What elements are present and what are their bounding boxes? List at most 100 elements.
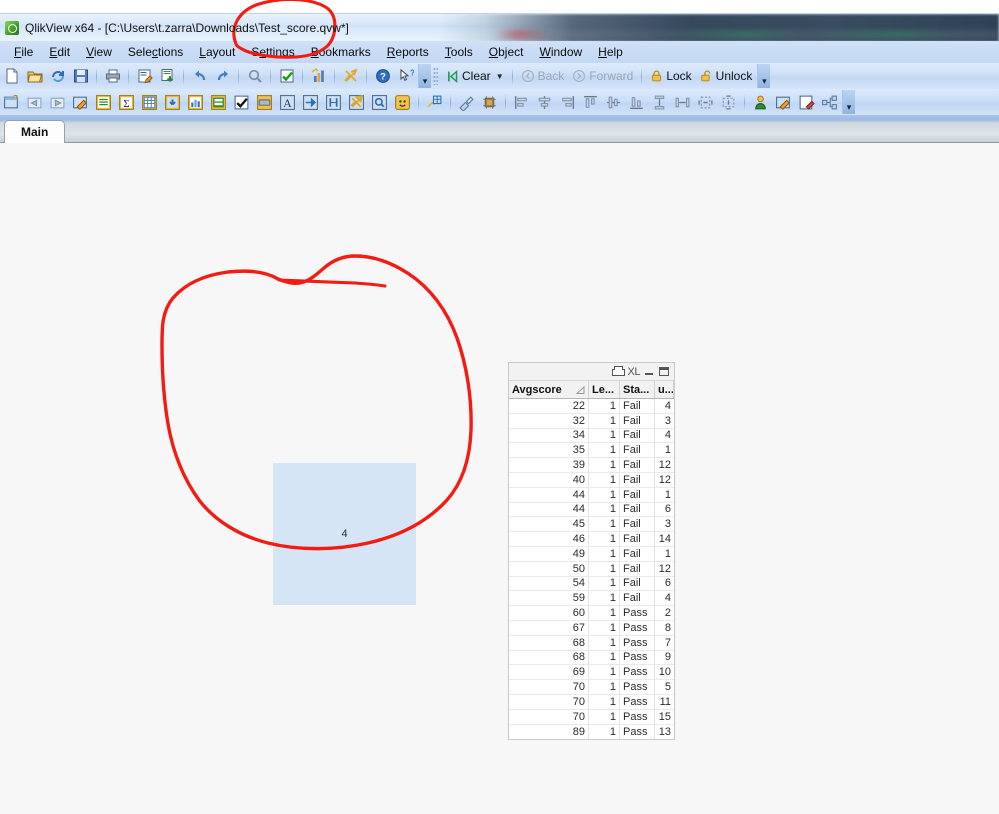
- cell-avgscore[interactable]: 50: [509, 561, 589, 576]
- table-viewer-icon[interactable]: [157, 66, 178, 87]
- lock-button[interactable]: Lock: [646, 69, 695, 83]
- cell-avgscore[interactable]: 32: [509, 413, 589, 428]
- copy-format-icon[interactable]: [456, 92, 477, 113]
- search-icon[interactable]: [244, 66, 265, 87]
- cell-user[interactable]: 13: [655, 725, 674, 740]
- cell-user[interactable]: 12: [655, 473, 674, 487]
- cell-level[interactable]: 1: [589, 606, 620, 620]
- button-icon[interactable]: [254, 92, 275, 113]
- cell-user[interactable]: 6: [655, 577, 674, 591]
- cell-user[interactable]: 2: [655, 606, 674, 620]
- new-sheet-icon[interactable]: [1, 92, 22, 113]
- table-row[interactable]: 54 1 Fail 6: [509, 576, 674, 592]
- cell-user[interactable]: 1: [655, 547, 674, 561]
- table-row[interactable]: 50 1 Fail 12: [509, 561, 674, 577]
- space-horizontally-icon[interactable]: [672, 92, 693, 113]
- cell-status[interactable]: Pass: [620, 724, 655, 740]
- cell-level[interactable]: 1: [589, 546, 620, 561]
- cell-avgscore[interactable]: 60: [509, 606, 589, 620]
- cell-status[interactable]: Fail: [620, 472, 655, 487]
- sort-ascending-icon[interactable]: [576, 385, 585, 394]
- cell-status[interactable]: Fail: [620, 532, 655, 546]
- list-box-icon[interactable]: [93, 92, 114, 113]
- redo-icon[interactable]: [212, 66, 233, 87]
- cell-avgscore[interactable]: 89: [509, 724, 589, 740]
- align-center-horizontal-icon[interactable]: [534, 92, 555, 113]
- cell-level[interactable]: 1: [589, 561, 620, 576]
- undo-icon[interactable]: [189, 66, 210, 87]
- chart-wizard-icon[interactable]: [308, 66, 329, 87]
- menu-item-tools[interactable]: Tools: [437, 43, 481, 61]
- cell-user[interactable]: 6: [655, 503, 674, 517]
- reload-icon[interactable]: [47, 66, 68, 87]
- snap-to-grid-icon[interactable]: [479, 92, 500, 113]
- cell-status[interactable]: Fail: [620, 591, 655, 606]
- text-object-icon[interactable]: A: [277, 92, 298, 113]
- back-button[interactable]: Back: [517, 69, 569, 83]
- line-arrow-object-icon[interactable]: [300, 92, 321, 113]
- table-row[interactable]: 32 1 Fail 3: [509, 413, 674, 429]
- cell-avgscore[interactable]: 68: [509, 635, 589, 650]
- sheet-properties-icon[interactable]: [70, 92, 91, 113]
- align-left-icon[interactable]: [511, 92, 532, 113]
- cell-user[interactable]: 4: [655, 591, 674, 605]
- cell-avgscore[interactable]: 70: [509, 680, 589, 694]
- container-object-icon[interactable]: [392, 92, 413, 113]
- toolbar-overflow-icon-2[interactable]: ▾: [757, 64, 771, 88]
- open-folder-icon[interactable]: [24, 66, 45, 87]
- cell-user[interactable]: 10: [655, 665, 674, 679]
- cell-level[interactable]: 1: [589, 487, 620, 502]
- cell-user[interactable]: 7: [655, 636, 674, 650]
- cell-level[interactable]: 1: [589, 428, 620, 443]
- sheet-tab-main[interactable]: Main: [4, 120, 66, 143]
- table-row[interactable]: 35 1 Fail 1: [509, 443, 674, 459]
- table-row[interactable]: 44 1 Fail 6: [509, 502, 674, 518]
- table-box-icon[interactable]: [139, 92, 160, 113]
- cell-avgscore[interactable]: 67: [509, 620, 589, 635]
- align-top-icon[interactable]: [580, 92, 601, 113]
- sheet-canvas[interactable]: 4 XL Avgscore Le... Sta... u... 22 1 Fai…: [0, 143, 999, 814]
- align-bottom-icon[interactable]: [626, 92, 647, 113]
- cell-level[interactable]: 1: [589, 650, 620, 665]
- table-row[interactable]: 44 1 Fail 1: [509, 487, 674, 503]
- table-row[interactable]: 34 1 Fail 4: [509, 428, 674, 444]
- cell-status[interactable]: Pass: [620, 635, 655, 650]
- cell-status[interactable]: Pass: [620, 694, 655, 709]
- current-selections-icon[interactable]: [276, 66, 297, 87]
- search-object-icon[interactable]: [369, 92, 390, 113]
- cell-avgscore[interactable]: 39: [509, 458, 589, 472]
- cell-status[interactable]: Fail: [620, 399, 655, 413]
- cell-status[interactable]: Pass: [620, 680, 655, 694]
- multi-box-icon[interactable]: [162, 92, 183, 113]
- table-row[interactable]: 40 1 Fail 12: [509, 472, 674, 488]
- cell-user[interactable]: 1: [655, 443, 674, 457]
- menu-item-selections[interactable]: Selections: [120, 43, 191, 61]
- cell-status[interactable]: Pass: [620, 606, 655, 620]
- cell-status[interactable]: Fail: [620, 517, 655, 532]
- column-header-avgscore[interactable]: Avgscore: [509, 381, 589, 398]
- cell-avgscore[interactable]: 59: [509, 591, 589, 606]
- input-box-icon[interactable]: [208, 92, 229, 113]
- bookmark-object-icon[interactable]: [346, 92, 367, 113]
- cell-user[interactable]: 15: [655, 710, 674, 724]
- edit-script-icon[interactable]: [134, 66, 155, 87]
- straight-table-object[interactable]: XL Avgscore Le... Sta... u... 22 1 Fail …: [508, 362, 675, 741]
- cell-status[interactable]: Fail: [620, 443, 655, 458]
- current-selections-box-icon[interactable]: [231, 92, 252, 113]
- chart-icon[interactable]: [185, 92, 206, 113]
- cell-user[interactable]: 12: [655, 458, 674, 472]
- column-header-level[interactable]: Le...: [589, 381, 620, 398]
- cell-avgscore[interactable]: 22: [509, 399, 589, 413]
- cell-status[interactable]: Fail: [620, 413, 655, 428]
- cell-status[interactable]: Pass: [620, 709, 655, 724]
- cell-user[interactable]: 3: [655, 517, 674, 531]
- cell-level[interactable]: 1: [589, 458, 620, 472]
- adjust-height-icon[interactable]: [718, 92, 739, 113]
- table-row[interactable]: 22 1 Fail 4: [509, 399, 674, 414]
- cell-status[interactable]: Fail: [620, 487, 655, 502]
- table-row[interactable]: 59 1 Fail 4: [509, 591, 674, 607]
- cell-status[interactable]: Fail: [620, 428, 655, 443]
- export-to-excel-icon[interactable]: XL: [628, 366, 641, 378]
- previous-sheet-icon[interactable]: [24, 92, 45, 113]
- table-row[interactable]: 68 1 Pass 7: [509, 635, 674, 651]
